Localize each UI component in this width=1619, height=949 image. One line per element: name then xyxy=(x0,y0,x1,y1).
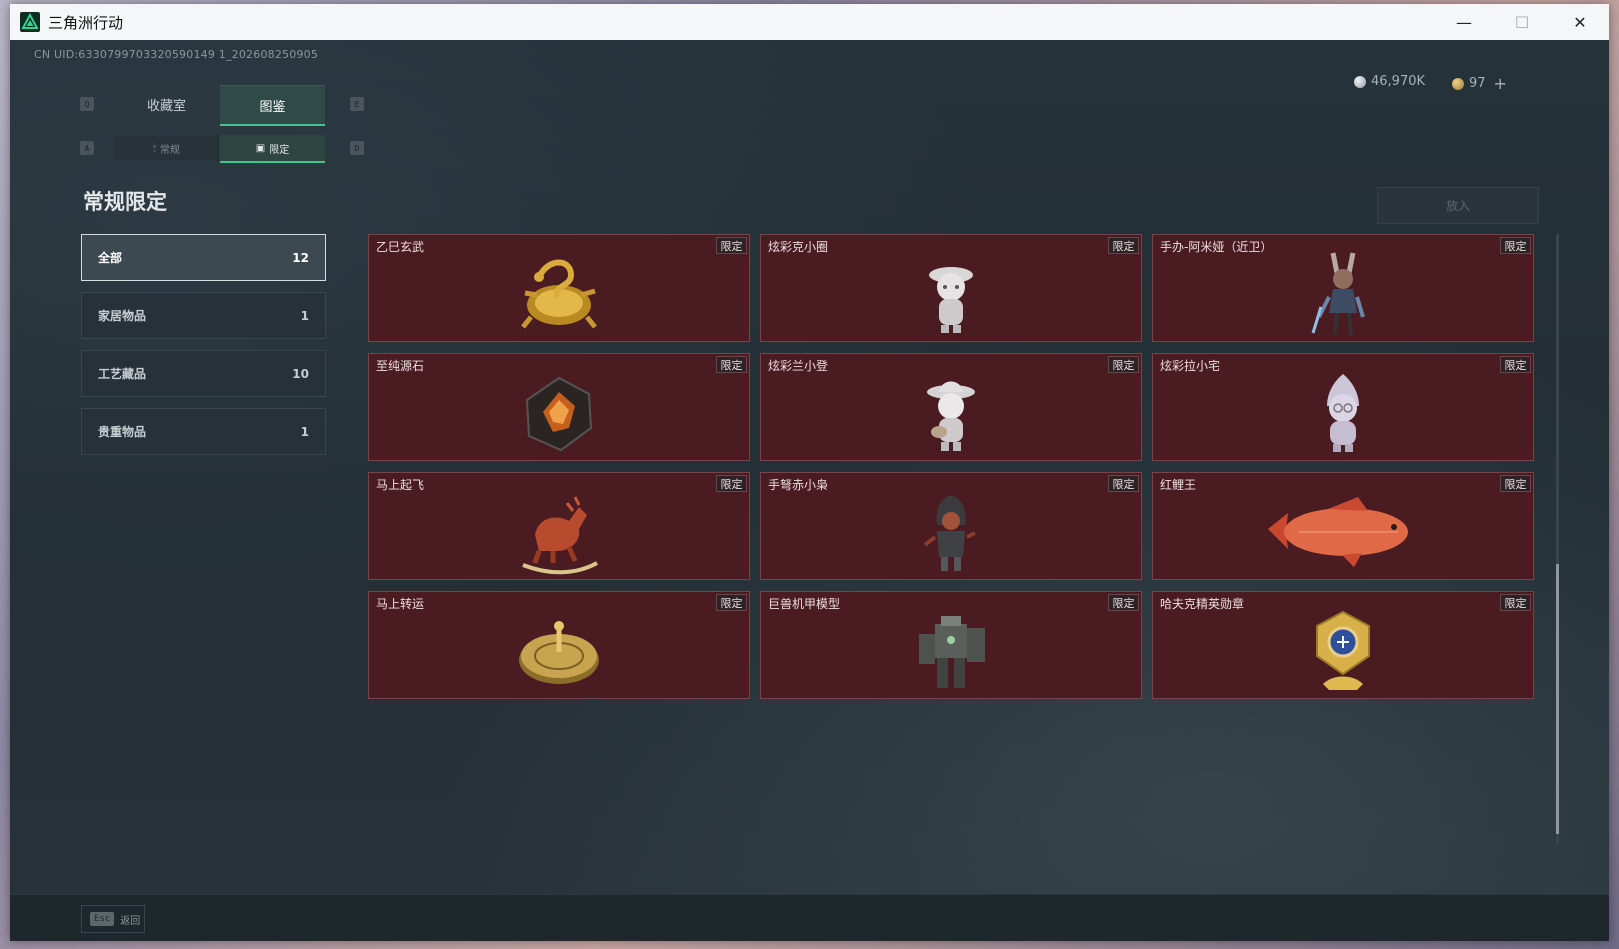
item-card[interactable]: 手弩赤小枭 限定 xyxy=(760,472,1142,580)
add-currency-button[interactable]: + xyxy=(1494,74,1507,93)
tab-next-key: E xyxy=(350,97,364,111)
limited-tag: 限定 xyxy=(1108,356,1139,373)
item-name: 手办-阿米娅（近卫） xyxy=(1160,240,1273,254)
window-title: 三角洲行动 xyxy=(48,13,124,32)
deposit-button[interactable]: 放入 xyxy=(1377,187,1539,224)
gold-snake-turtle-icon xyxy=(509,247,609,341)
limited-tag: 限定 xyxy=(716,237,747,254)
back-label: 返回 xyxy=(120,915,141,927)
item-name: 炫彩拉小宅 xyxy=(1160,359,1221,373)
golden-compass-icon xyxy=(509,604,609,698)
category-all[interactable]: 全部 12 xyxy=(81,234,326,281)
limited-tag: 限定 xyxy=(1108,594,1139,611)
category-count: 10 xyxy=(292,366,309,381)
cartoon-figure-hood-icon xyxy=(1293,366,1393,460)
item-card[interactable]: 马上转运 限定 xyxy=(368,591,750,699)
app-logo-icon xyxy=(20,12,40,32)
mech-model-icon xyxy=(901,604,1001,698)
app-window: 三角洲行动 — ☐ ✕ CN UID:6330799703320590149 1… xyxy=(10,4,1609,941)
item-name: 马上转运 xyxy=(376,597,425,611)
item-card[interactable]: 红鲤王 限定 xyxy=(1152,472,1534,580)
gold-coin-icon xyxy=(1452,77,1464,90)
category-craft-collections[interactable]: 工艺藏品 10 xyxy=(81,350,326,397)
category-count: 12 xyxy=(292,250,309,265)
hooded-figure-icon xyxy=(901,485,1001,579)
image-frame-icon: ▣ xyxy=(255,142,266,154)
category-label: 全部 xyxy=(98,251,123,265)
main-content: CN UID:6330799703320590149 1_20260825090… xyxy=(10,40,1609,941)
rocking-horse-icon xyxy=(509,485,609,579)
item-card[interactable]: 哈夫克精英勋章 限定 xyxy=(1152,591,1534,699)
limited-tag: 限定 xyxy=(1500,356,1531,373)
item-name: 巨兽机甲模型 xyxy=(768,597,841,611)
item-card[interactable]: 炫彩拉小宅 限定 xyxy=(1152,353,1534,461)
close-button[interactable]: ✕ xyxy=(1551,4,1609,40)
tab-catalog[interactable]: 图鉴 xyxy=(220,85,325,126)
limited-tag: 限定 xyxy=(1500,594,1531,611)
category-label: 贵重物品 xyxy=(98,425,147,439)
silver-amount: 46,970K xyxy=(1371,74,1426,89)
back-button[interactable]: Esc 返回 xyxy=(81,905,145,933)
subtab-next-key: D xyxy=(350,141,364,155)
scrollbar-thumb[interactable] xyxy=(1556,564,1559,834)
category-count: 1 xyxy=(300,424,309,439)
maximize-button[interactable]: ☐ xyxy=(1493,4,1551,40)
subtab-regular-label: 常规 xyxy=(159,144,180,156)
red-carp-icon xyxy=(1258,485,1428,579)
page-title: 常规限定 xyxy=(83,190,167,214)
item-name: 手弩赤小枭 xyxy=(768,478,829,492)
subtab-prev-key: A xyxy=(80,141,94,155)
subtab-regular[interactable]: 🕯 常规 xyxy=(114,135,219,161)
limited-tag: 限定 xyxy=(716,475,747,492)
item-name: 乙巳玄武 xyxy=(376,240,425,254)
item-card[interactable]: 乙巳玄武 限定 xyxy=(368,234,750,342)
cartoon-figure-hat-icon xyxy=(901,247,1001,341)
category-home-items[interactable]: 家居物品 1 xyxy=(81,292,326,339)
minimize-button[interactable]: — xyxy=(1435,4,1493,40)
user-uid: CN UID:6330799703320590149 1_20260825090… xyxy=(34,48,319,61)
item-card[interactable]: 炫彩克小圈 限定 xyxy=(760,234,1142,342)
candle-icon: 🕯 xyxy=(153,142,156,154)
item-name: 红鲤王 xyxy=(1160,478,1197,492)
currency-gold: 97 + xyxy=(1452,74,1507,93)
tab-prev-key: Q xyxy=(80,97,94,111)
elite-medal-icon xyxy=(1293,604,1393,698)
silver-coin-icon xyxy=(1354,75,1366,88)
item-card[interactable]: 至纯源石 限定 xyxy=(368,353,750,461)
scrollbar[interactable] xyxy=(1556,234,1559,844)
item-name: 哈夫克精英勋章 xyxy=(1160,597,1245,611)
item-card[interactable]: 巨兽机甲模型 限定 xyxy=(760,591,1142,699)
cartoon-figure-sombrero-icon xyxy=(901,366,1001,460)
subtab-limited-label: 限定 xyxy=(269,144,290,156)
title-bar: 三角洲行动 — ☐ ✕ xyxy=(10,4,1609,40)
category-label: 家居物品 xyxy=(98,309,147,323)
esc-key-hint: Esc xyxy=(90,912,115,926)
item-name: 马上起飞 xyxy=(376,478,425,492)
item-card[interactable]: 炫彩兰小登 限定 xyxy=(760,353,1142,461)
limited-tag: 限定 xyxy=(1108,475,1139,492)
item-card[interactable]: 马上起飞 限定 xyxy=(368,472,750,580)
category-valuables[interactable]: 贵重物品 1 xyxy=(81,408,326,455)
tab-collection-room[interactable]: 收藏室 xyxy=(114,85,219,123)
limited-tag: 限定 xyxy=(716,594,747,611)
crystal-stone-icon xyxy=(509,366,609,460)
item-name: 炫彩克小圈 xyxy=(768,240,829,254)
footer-bar: Esc 返回 xyxy=(10,894,1609,941)
category-count: 1 xyxy=(300,308,309,323)
item-card[interactable]: 手办-阿米娅（近卫） 限定 xyxy=(1152,234,1534,342)
currency-silver: 46,970K xyxy=(1354,74,1425,89)
subtab-limited[interactable]: ▣ 限定 xyxy=(220,135,325,163)
item-name: 至纯源石 xyxy=(376,359,425,373)
gold-amount: 97 xyxy=(1469,76,1486,91)
category-label: 工艺藏品 xyxy=(98,367,147,381)
limited-tag: 限定 xyxy=(716,356,747,373)
limited-tag: 限定 xyxy=(1500,475,1531,492)
item-name: 炫彩兰小登 xyxy=(768,359,829,373)
limited-tag: 限定 xyxy=(1500,237,1531,254)
anime-figure-icon xyxy=(1293,247,1393,341)
limited-tag: 限定 xyxy=(1108,237,1139,254)
